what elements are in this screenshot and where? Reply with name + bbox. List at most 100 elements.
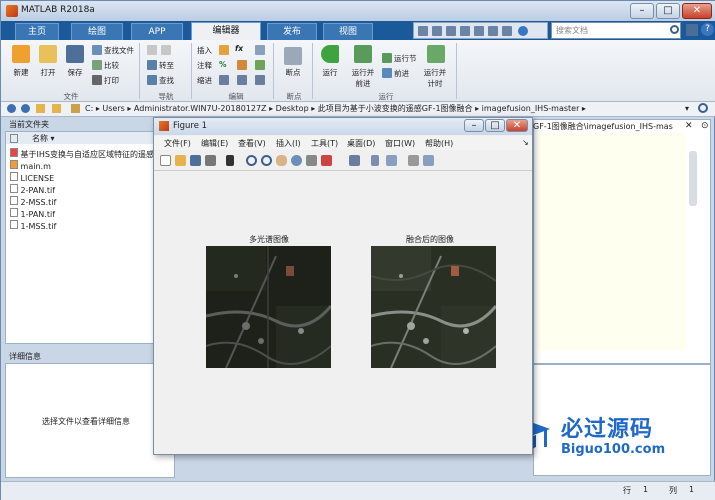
forward-arrow-icon[interactable] — [21, 104, 30, 113]
comment-button[interactable]: 注释 — [197, 60, 212, 71]
hide-plot-tools-icon[interactable] — [408, 155, 419, 166]
copy-icon[interactable] — [446, 26, 456, 36]
run-section-button[interactable]: 运行节 — [394, 53, 417, 64]
tab-apps[interactable]: APP — [131, 23, 183, 40]
switch-windows-icon[interactable] — [502, 26, 512, 36]
edit-plot-arrow-icon[interactable] — [226, 155, 234, 166]
open-folder-icon[interactable] — [39, 45, 57, 63]
find-files-button[interactable]: 查找文件 — [104, 45, 134, 56]
forward-icon[interactable] — [161, 45, 171, 55]
column-header[interactable]: 名称 ▾ — [6, 132, 154, 144]
list-item[interactable]: LICENSE — [10, 172, 54, 183]
redo-icon[interactable] — [488, 26, 498, 36]
find-button[interactable]: 查找 — [159, 75, 174, 86]
run-icon[interactable] — [321, 45, 339, 63]
zoom-in-icon[interactable] — [246, 155, 257, 166]
figure-close-button[interactable]: ✕ — [506, 119, 528, 132]
search-folder-icon[interactable] — [698, 103, 708, 113]
new-figure-icon[interactable] — [160, 155, 171, 166]
minimize-button[interactable]: – — [630, 3, 654, 19]
save-disk-icon[interactable] — [66, 45, 84, 63]
tab-plots[interactable]: 绘图 — [71, 23, 123, 40]
find-files-icon[interactable] — [92, 45, 102, 55]
menu-item-desktop[interactable]: 桌面(D) — [347, 138, 375, 149]
address-path[interactable]: C: ▸ Users ▸ Administrator.WIN7U-2018012… — [85, 103, 586, 114]
run-advance-icon[interactable] — [354, 45, 372, 63]
browse-folder-icon[interactable] — [52, 104, 61, 113]
smart-indent-icon[interactable] — [219, 75, 229, 85]
figure-title-bar[interactable]: Figure 1 – □ ✕ — [154, 118, 532, 135]
save-icon[interactable] — [418, 26, 428, 36]
search-icon[interactable] — [670, 25, 679, 34]
menu-item-edit[interactable]: 编辑(E) — [201, 138, 228, 149]
back-icon[interactable] — [147, 45, 157, 55]
close-panel-icon[interactable]: ✕ — [685, 121, 693, 131]
fx-button[interactable]: fx — [235, 44, 243, 53]
increase-indent-icon[interactable] — [237, 75, 247, 85]
link-plot-icon[interactable] — [349, 155, 360, 166]
data-cursor-icon[interactable] — [306, 155, 317, 166]
address-dropdown-icon[interactable]: ▾ — [685, 104, 689, 113]
print-icon[interactable] — [92, 75, 102, 85]
undo-icon[interactable] — [474, 26, 484, 36]
up-folder-icon[interactable] — [36, 104, 45, 113]
cut-icon[interactable] — [432, 26, 442, 36]
run-button[interactable]: 运行 — [315, 67, 345, 78]
open-file-icon[interactable] — [175, 155, 186, 166]
advance-button[interactable]: 前进 — [394, 68, 409, 79]
run-and-time-icon[interactable] — [427, 45, 445, 63]
insert-button[interactable]: 插入 — [197, 45, 212, 56]
help-question-icon[interactable]: ? — [701, 23, 714, 36]
figure-maximize-button[interactable]: □ — [485, 119, 505, 132]
print-button[interactable]: 打印 — [104, 75, 119, 86]
new-icon[interactable] — [12, 45, 30, 63]
list-item[interactable]: 1-MSS.tif — [10, 220, 56, 231]
save-figure-icon[interactable] — [190, 155, 201, 166]
maximize-button[interactable]: □ — [656, 3, 680, 19]
menu-item-window[interactable]: 窗口(W) — [385, 138, 415, 149]
wrap-comment-icon[interactable] — [255, 60, 265, 70]
filter-icon[interactable] — [686, 24, 698, 36]
tab-view[interactable]: 视图 — [323, 23, 373, 40]
menu-item-file[interactable]: 文件(F) — [164, 138, 191, 149]
pan-hand-icon[interactable] — [276, 155, 287, 166]
menu-item-tools[interactable]: 工具(T) — [311, 138, 338, 149]
show-plot-tools-icon[interactable] — [423, 155, 434, 166]
dock-arrow-icon[interactable]: ↘ — [522, 138, 529, 147]
menu-item-view[interactable]: 查看(V) — [238, 138, 266, 149]
find-icon[interactable] — [147, 75, 157, 85]
close-button[interactable]: ✕ — [682, 3, 712, 19]
uncomment-icon[interactable] — [237, 60, 247, 70]
scrollbar[interactable] — [689, 151, 697, 206]
list-item[interactable]: 2-MSS.tif — [10, 196, 56, 207]
paste-icon[interactable] — [460, 26, 470, 36]
panel-options-icon[interactable]: ⊙ — [701, 121, 709, 131]
indent-button[interactable]: 缩进 — [197, 75, 212, 86]
colorbar-icon[interactable] — [371, 155, 379, 166]
editor-text-area[interactable] — [538, 133, 686, 351]
run-and-time-button[interactable]: 运行并 计时 — [420, 67, 450, 89]
advance-icon[interactable] — [382, 68, 392, 78]
tab-home[interactable]: 主页 — [15, 23, 59, 40]
zoom-out-icon[interactable] — [261, 155, 272, 166]
breakpoints-icon[interactable] — [284, 47, 302, 65]
run-and-advance-button[interactable]: 运行并 前进 — [345, 67, 381, 89]
menu-item-insert[interactable]: 插入(I) — [276, 138, 301, 149]
list-item[interactable]: 2-PAN.tif — [10, 184, 55, 195]
rotate-3d-icon[interactable] — [291, 155, 302, 166]
name-column[interactable]: 名称 — [32, 134, 48, 143]
tab-editor[interactable]: 编辑器 — [191, 22, 261, 40]
run-section-icon[interactable] — [382, 53, 392, 63]
help-icon[interactable] — [518, 26, 528, 36]
open-button[interactable]: 打开 — [34, 67, 62, 78]
breakpoints-button[interactable]: 断点 — [278, 67, 308, 78]
search-documentation-input[interactable]: 搜索文档 — [551, 22, 681, 39]
tab-publish[interactable]: 发布 — [267, 23, 317, 40]
list-item[interactable]: 1-PAN.tif — [10, 208, 55, 219]
comment-percent-button[interactable]: % — [219, 60, 227, 69]
goto-icon[interactable] — [147, 60, 157, 70]
insert-icon[interactable] — [219, 45, 229, 55]
decrease-indent-icon[interactable] — [255, 75, 265, 85]
back-arrow-icon[interactable] — [7, 104, 16, 113]
new-button[interactable]: 新建 — [7, 67, 35, 78]
